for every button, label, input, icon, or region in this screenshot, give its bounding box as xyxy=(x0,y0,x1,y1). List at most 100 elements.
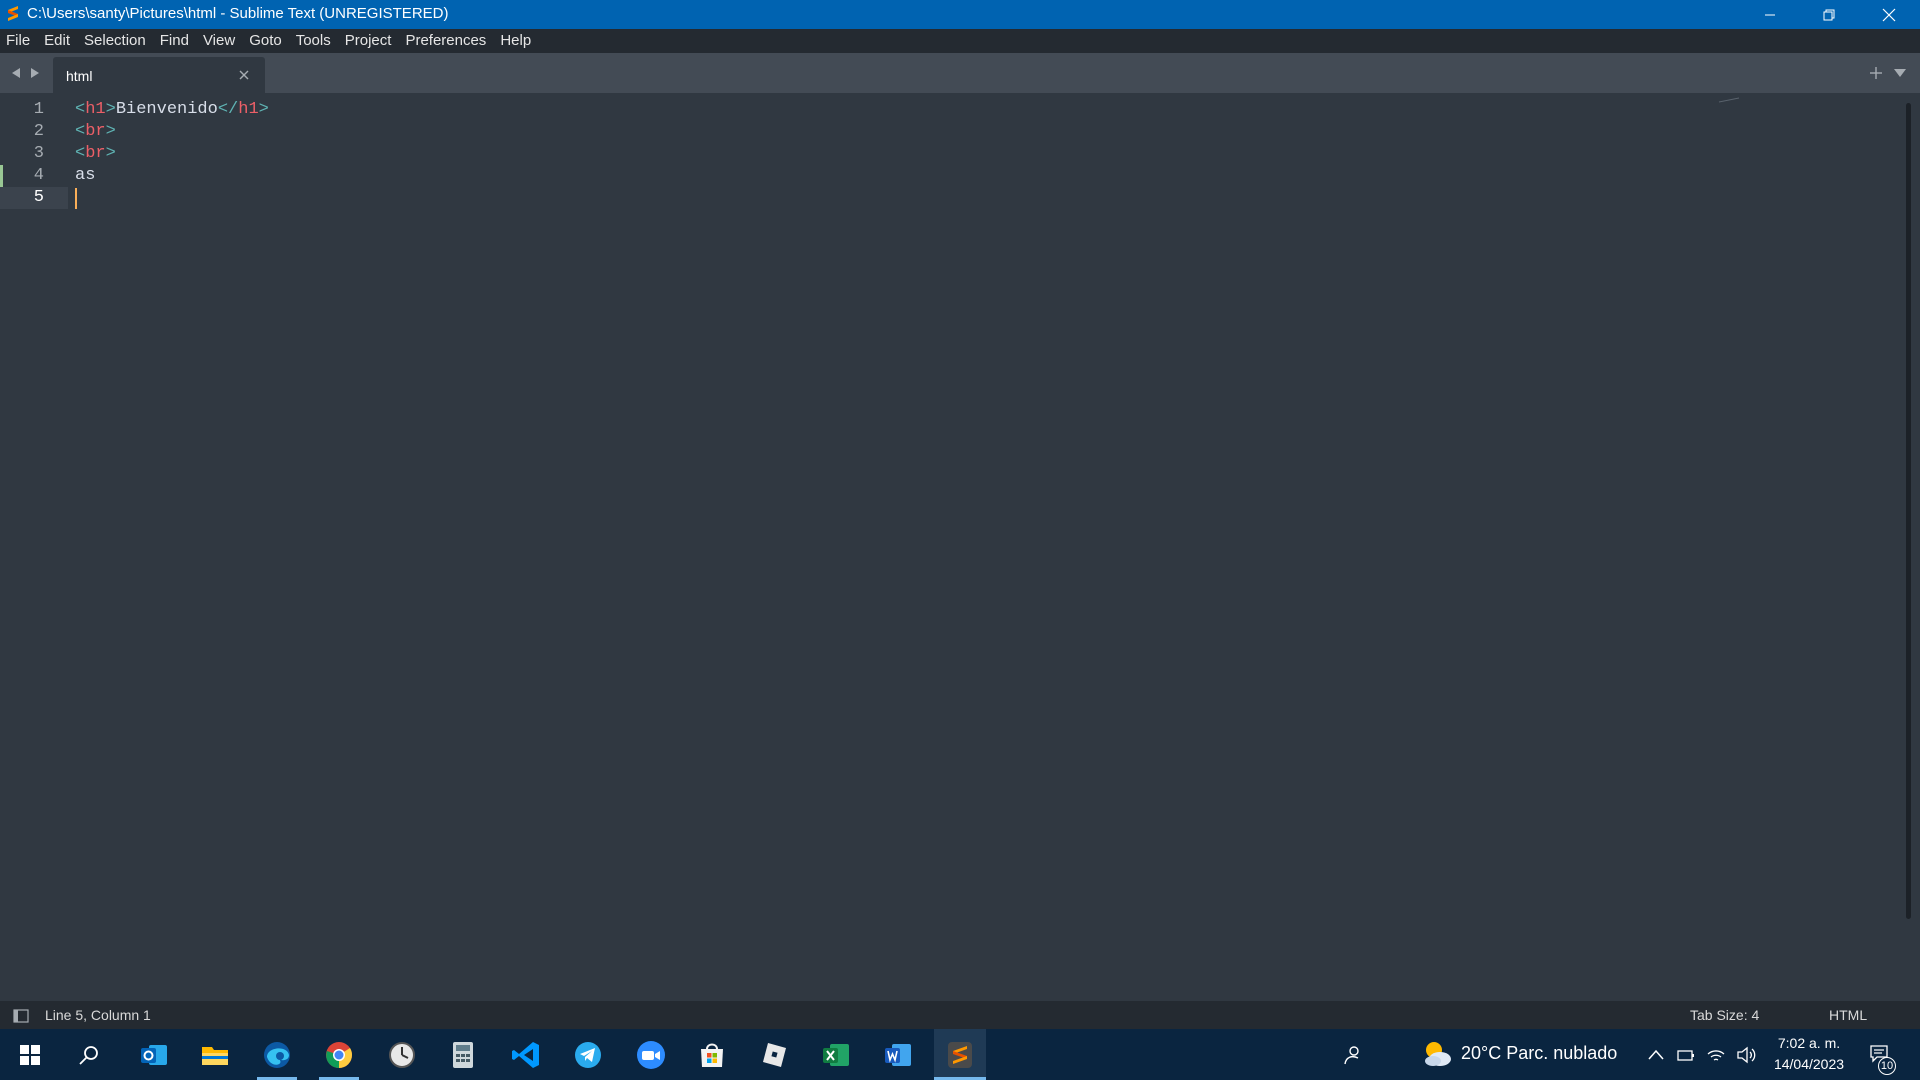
line-number-active: 5 xyxy=(33,188,44,207)
taskbar-roblox[interactable] xyxy=(748,1029,800,1080)
restore-button[interactable] xyxy=(1800,0,1858,29)
tab-bar: html xyxy=(0,53,1920,93)
tab-label: html xyxy=(66,68,93,84)
tab-close-icon[interactable] xyxy=(237,68,251,82)
windows-taskbar: 20°C Parc. nublado 7:02 a. m. 14/04/2023… xyxy=(0,1029,1920,1080)
code-token-text: as xyxy=(75,166,96,185)
taskbar-vscode[interactable] xyxy=(500,1029,552,1080)
tab-size-selector[interactable]: Tab Size: 4 xyxy=(1690,1007,1759,1023)
vscode-icon xyxy=(512,1041,539,1068)
wifi-icon[interactable] xyxy=(1706,1045,1726,1065)
line-number: 1 xyxy=(33,100,44,119)
minimap-viewport-indicator[interactable] xyxy=(1718,97,1740,103)
weather-partly-cloudy-icon[interactable] xyxy=(1420,1039,1454,1069)
code-token-bracket: > xyxy=(105,122,116,141)
menu-tools[interactable]: Tools xyxy=(289,29,338,53)
menu-preferences[interactable]: Preferences xyxy=(398,29,493,53)
chevron-up-icon[interactable] xyxy=(1646,1045,1666,1065)
toggle-sidebar-icon[interactable] xyxy=(13,1009,29,1023)
search-icon xyxy=(79,1045,98,1065)
code-line[interactable]: as xyxy=(75,165,95,187)
clock-time[interactable]: 7:02 a. m. xyxy=(1776,1035,1842,1051)
taskbar-outlook[interactable] xyxy=(128,1029,180,1080)
code-token-text: Bienvenido xyxy=(115,100,218,119)
code-line[interactable]: <h1>Bienvenido</h1> xyxy=(75,99,269,121)
editor-area[interactable]: 1 2 3 4 5 <h1>Bienvenido</h1> <br> <br> … xyxy=(0,93,1920,1001)
menu-goto[interactable]: Goto xyxy=(242,29,289,53)
tab-navigation-arrows-icon[interactable] xyxy=(10,65,42,81)
taskbar-word[interactable] xyxy=(872,1029,924,1080)
taskbar-clock[interactable] xyxy=(376,1029,428,1080)
close-window-button[interactable] xyxy=(1860,0,1918,29)
status-bar: Line 5, Column 1 Tab Size: 4 HTML xyxy=(0,1001,1920,1029)
sublime-text-icon xyxy=(8,6,18,21)
start-button[interactable] xyxy=(4,1029,56,1080)
window-title: C:\Users\santy\Pictures\html - Sublime T… xyxy=(27,5,449,22)
code-line[interactable]: <br> xyxy=(75,143,116,165)
tab-html[interactable]: html xyxy=(53,57,265,93)
excel-icon xyxy=(823,1043,849,1066)
outlook-icon xyxy=(141,1044,167,1065)
code-token-bracket: > xyxy=(105,100,116,119)
menu-selection[interactable]: Selection xyxy=(77,29,153,53)
menu-project[interactable]: Project xyxy=(338,29,399,53)
taskbar-microsoft-store[interactable] xyxy=(686,1029,738,1080)
word-icon xyxy=(885,1043,911,1066)
code-token-bracket: < xyxy=(75,144,86,163)
taskbar-calculator[interactable] xyxy=(437,1029,489,1080)
minimize-button[interactable] xyxy=(1741,0,1799,29)
code-token-bracket: </ xyxy=(217,100,239,119)
taskbar-excel[interactable] xyxy=(810,1029,862,1080)
code-token-tag: br xyxy=(85,144,106,163)
line-number: 3 xyxy=(33,144,44,163)
alarm-clock-icon xyxy=(389,1041,415,1068)
volume-icon[interactable] xyxy=(1736,1045,1756,1065)
search-button[interactable] xyxy=(63,1029,115,1080)
notification-count-badge: 10 xyxy=(1878,1057,1896,1075)
taskbar-file-explorer[interactable] xyxy=(189,1029,241,1080)
taskbar-zoom[interactable] xyxy=(625,1029,677,1080)
clock-date[interactable]: 14/04/2023 xyxy=(1770,1056,1848,1072)
code-token-tag: h1 xyxy=(238,100,259,119)
battery-icon[interactable] xyxy=(1676,1045,1696,1065)
text-caret xyxy=(75,188,77,209)
roblox-icon xyxy=(763,1042,786,1067)
chrome-icon xyxy=(326,1041,353,1068)
line-number: 2 xyxy=(33,122,44,141)
restore-icon xyxy=(1823,9,1835,20)
taskbar-telegram[interactable] xyxy=(562,1029,614,1080)
code-token-tag: br xyxy=(85,122,106,141)
menu-help[interactable]: Help xyxy=(493,29,538,53)
calculator-icon xyxy=(453,1041,473,1068)
menu-find[interactable]: Find xyxy=(153,29,196,53)
folder-icon xyxy=(202,1046,228,1065)
taskbar-sublime-text[interactable] xyxy=(934,1029,986,1080)
edge-icon xyxy=(264,1041,290,1068)
menu-bar: File Edit Selection Find View Goto Tools… xyxy=(0,29,1920,53)
menu-file[interactable]: File xyxy=(0,29,37,53)
vertical-scrollbar-thumb[interactable] xyxy=(1906,103,1911,919)
weather-text[interactable]: 20°C Parc. nublado xyxy=(1461,1043,1617,1064)
code-token-bracket: > xyxy=(258,100,269,119)
code-token-bracket: < xyxy=(75,100,86,119)
taskbar-edge[interactable] xyxy=(251,1029,303,1080)
cursor-position: Line 5, Column 1 xyxy=(45,1007,151,1023)
new-tab-plus-icon[interactable] xyxy=(1868,65,1884,81)
people-icon[interactable] xyxy=(1342,1045,1362,1065)
code-token-tag: h1 xyxy=(85,100,106,119)
close-icon xyxy=(1882,8,1896,21)
tab-list-dropdown-icon[interactable] xyxy=(1893,67,1907,79)
taskbar-chrome[interactable] xyxy=(313,1029,365,1080)
syntax-selector[interactable]: HTML xyxy=(1829,1007,1867,1023)
code-token-bracket: > xyxy=(105,144,116,163)
minimize-icon xyxy=(1765,14,1775,15)
windows-logo-icon xyxy=(20,1044,40,1065)
title-bar: C:\Users\santy\Pictures\html - Sublime T… xyxy=(0,0,1920,29)
code-line[interactable]: <br> xyxy=(75,121,116,143)
line-number: 4 xyxy=(33,166,44,185)
sublime-text-icon xyxy=(948,1041,972,1068)
menu-edit[interactable]: Edit xyxy=(37,29,77,53)
telegram-icon xyxy=(575,1041,601,1068)
menu-view[interactable]: View xyxy=(196,29,242,53)
zoom-icon xyxy=(637,1040,665,1069)
